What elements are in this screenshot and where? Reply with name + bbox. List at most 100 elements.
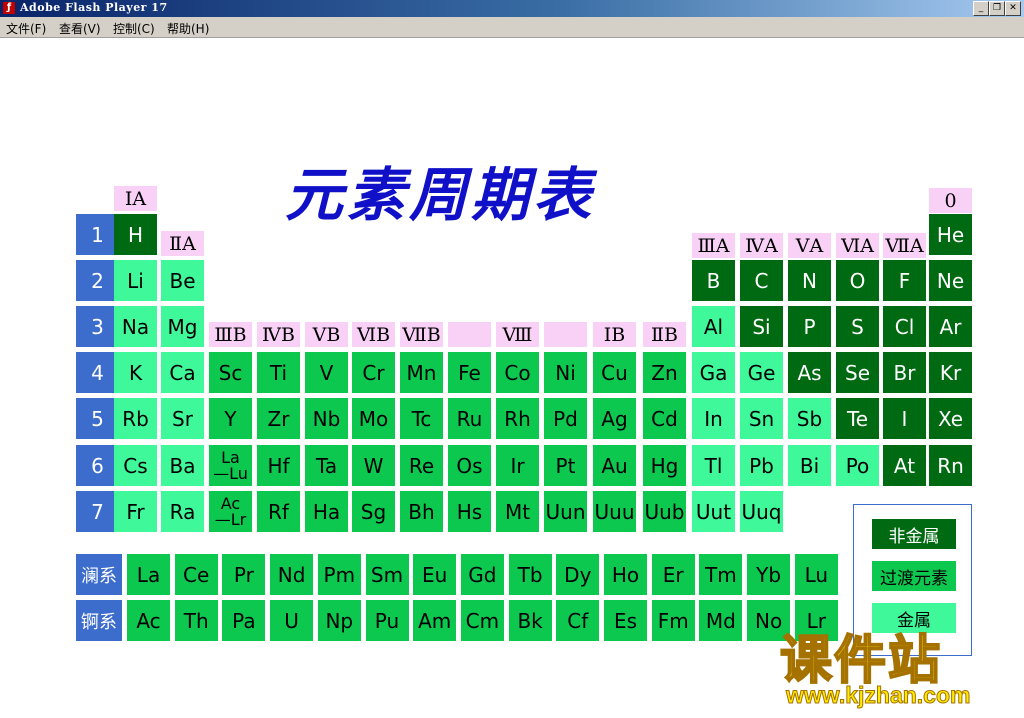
element-ac[interactable]: Ac —Lr xyxy=(209,491,252,532)
element-cu[interactable]: Cu xyxy=(593,352,636,393)
element-pd[interactable]: Pd xyxy=(544,398,587,439)
restore-button[interactable]: ❐ xyxy=(989,1,1005,16)
element-ni[interactable]: Ni xyxy=(544,352,587,393)
element-sr[interactable]: Sr xyxy=(161,398,204,439)
element-mt[interactable]: Mt xyxy=(496,491,539,532)
element-n[interactable]: N xyxy=(788,260,831,301)
lanthanides-element-pm[interactable]: Pm xyxy=(317,554,361,595)
element-ga[interactable]: Ga xyxy=(692,352,735,393)
element-ha[interactable]: Ha xyxy=(305,491,348,532)
lanthanides-element-la[interactable]: La xyxy=(127,554,170,595)
element-bi[interactable]: Bi xyxy=(788,445,831,486)
element-i[interactable]: I xyxy=(883,398,926,439)
element-re[interactable]: Re xyxy=(400,445,443,486)
actinides-element-cf[interactable]: Cf xyxy=(556,600,600,641)
menu-control[interactable]: 控制(C) xyxy=(113,20,155,37)
lanthanides-element-tm[interactable]: Tm xyxy=(699,554,743,595)
element-al[interactable]: Al xyxy=(692,306,735,347)
actinides-element-th[interactable]: Th xyxy=(174,600,218,641)
element-tl[interactable]: Tl xyxy=(692,445,735,486)
element-rn[interactable]: Rn xyxy=(929,445,972,486)
element-cs[interactable]: Cs xyxy=(114,445,157,486)
lanthanides-element-dy[interactable]: Dy xyxy=(556,554,600,595)
element-ta[interactable]: Ta xyxy=(305,445,348,486)
element-hf[interactable]: Hf xyxy=(257,445,300,486)
menu-view[interactable]: 查看(V) xyxy=(59,20,101,37)
element-k[interactable]: K xyxy=(114,352,157,393)
actinides-element-md[interactable]: Md xyxy=(699,600,743,641)
element-mg[interactable]: Mg xyxy=(161,306,204,347)
element-na[interactable]: Na xyxy=(114,306,157,347)
actinides-element-fm[interactable]: Fm xyxy=(651,600,695,641)
element-te[interactable]: Te xyxy=(836,398,879,439)
lanthanides-element-pr[interactable]: Pr xyxy=(222,554,266,595)
element-ca[interactable]: Ca xyxy=(161,352,204,393)
element-zr[interactable]: Zr xyxy=(257,398,300,439)
element-uuu[interactable]: Uuu xyxy=(593,491,636,532)
element-p[interactable]: P xyxy=(788,306,831,347)
actinides-element-es[interactable]: Es xyxy=(604,600,647,641)
element-s[interactable]: S xyxy=(836,306,879,347)
lanthanides-element-gd[interactable]: Gd xyxy=(460,554,504,595)
lanthanides-element-eu[interactable]: Eu xyxy=(413,554,457,595)
element-ir[interactable]: Ir xyxy=(496,445,539,486)
menu-file[interactable]: 文件(F) xyxy=(6,20,46,37)
element-rb[interactable]: Rb xyxy=(114,398,157,439)
actinides-element-ac[interactable]: Ac xyxy=(127,600,170,641)
element-zn[interactable]: Zn xyxy=(643,352,686,393)
element-fe[interactable]: Fe xyxy=(448,352,491,393)
element-uun[interactable]: Uun xyxy=(544,491,587,532)
element-bh[interactable]: Bh xyxy=(400,491,443,532)
element-b[interactable]: B xyxy=(692,260,735,301)
element-cr[interactable]: Cr xyxy=(352,352,395,393)
element-mn[interactable]: Mn xyxy=(400,352,443,393)
element-f[interactable]: F xyxy=(883,260,926,301)
element-ru[interactable]: Ru xyxy=(448,398,491,439)
menu-help[interactable]: 帮助(H) xyxy=(167,20,209,37)
element-hg[interactable]: Hg xyxy=(643,445,686,486)
element-xe[interactable]: Xe xyxy=(929,398,972,439)
element-w[interactable]: W xyxy=(352,445,395,486)
element-ne[interactable]: Ne xyxy=(929,260,972,301)
minimize-button[interactable]: _ xyxy=(973,1,989,16)
element-h[interactable]: H xyxy=(114,214,157,255)
lanthanides-element-er[interactable]: Er xyxy=(651,554,695,595)
element-c[interactable]: C xyxy=(740,260,783,301)
element-sg[interactable]: Sg xyxy=(352,491,395,532)
lanthanides-element-ce[interactable]: Ce xyxy=(174,554,218,595)
element-uub[interactable]: Uub xyxy=(643,491,686,532)
actinides-element-pa[interactable]: Pa xyxy=(222,600,266,641)
element-br[interactable]: Br xyxy=(883,352,926,393)
element-pb[interactable]: Pb xyxy=(740,445,783,486)
element-nb[interactable]: Nb xyxy=(305,398,348,439)
element-la[interactable]: La —Lu xyxy=(209,445,252,486)
element-uut[interactable]: Uut xyxy=(692,491,735,532)
lanthanides-element-tb[interactable]: Tb xyxy=(508,554,552,595)
actinides-element-cm[interactable]: Cm xyxy=(460,600,504,641)
element-be[interactable]: Be xyxy=(161,260,204,301)
element-cl[interactable]: Cl xyxy=(883,306,926,347)
actinides-element-bk[interactable]: Bk xyxy=(508,600,552,641)
element-v[interactable]: V xyxy=(305,352,348,393)
lanthanides-element-nd[interactable]: Nd xyxy=(270,554,314,595)
element-kr[interactable]: Kr xyxy=(929,352,972,393)
lanthanides-element-ho[interactable]: Ho xyxy=(604,554,647,595)
element-li[interactable]: Li xyxy=(114,260,157,301)
element-he[interactable]: He xyxy=(929,214,972,255)
element-sc[interactable]: Sc xyxy=(209,352,252,393)
actinides-element-u[interactable]: U xyxy=(270,600,314,641)
element-cd[interactable]: Cd xyxy=(643,398,686,439)
actinides-element-np[interactable]: Np xyxy=(317,600,361,641)
element-fr[interactable]: Fr xyxy=(114,491,157,532)
actinides-element-am[interactable]: Am xyxy=(413,600,457,641)
element-co[interactable]: Co xyxy=(496,352,539,393)
element-sb[interactable]: Sb xyxy=(788,398,831,439)
element-ba[interactable]: Ba xyxy=(161,445,204,486)
element-hs[interactable]: Hs xyxy=(448,491,491,532)
element-o[interactable]: O xyxy=(836,260,879,301)
element-rh[interactable]: Rh xyxy=(496,398,539,439)
element-ra[interactable]: Ra xyxy=(161,491,204,532)
element-sn[interactable]: Sn xyxy=(740,398,783,439)
element-uuq[interactable]: Uuq xyxy=(740,491,783,532)
element-ge[interactable]: Ge xyxy=(740,352,783,393)
